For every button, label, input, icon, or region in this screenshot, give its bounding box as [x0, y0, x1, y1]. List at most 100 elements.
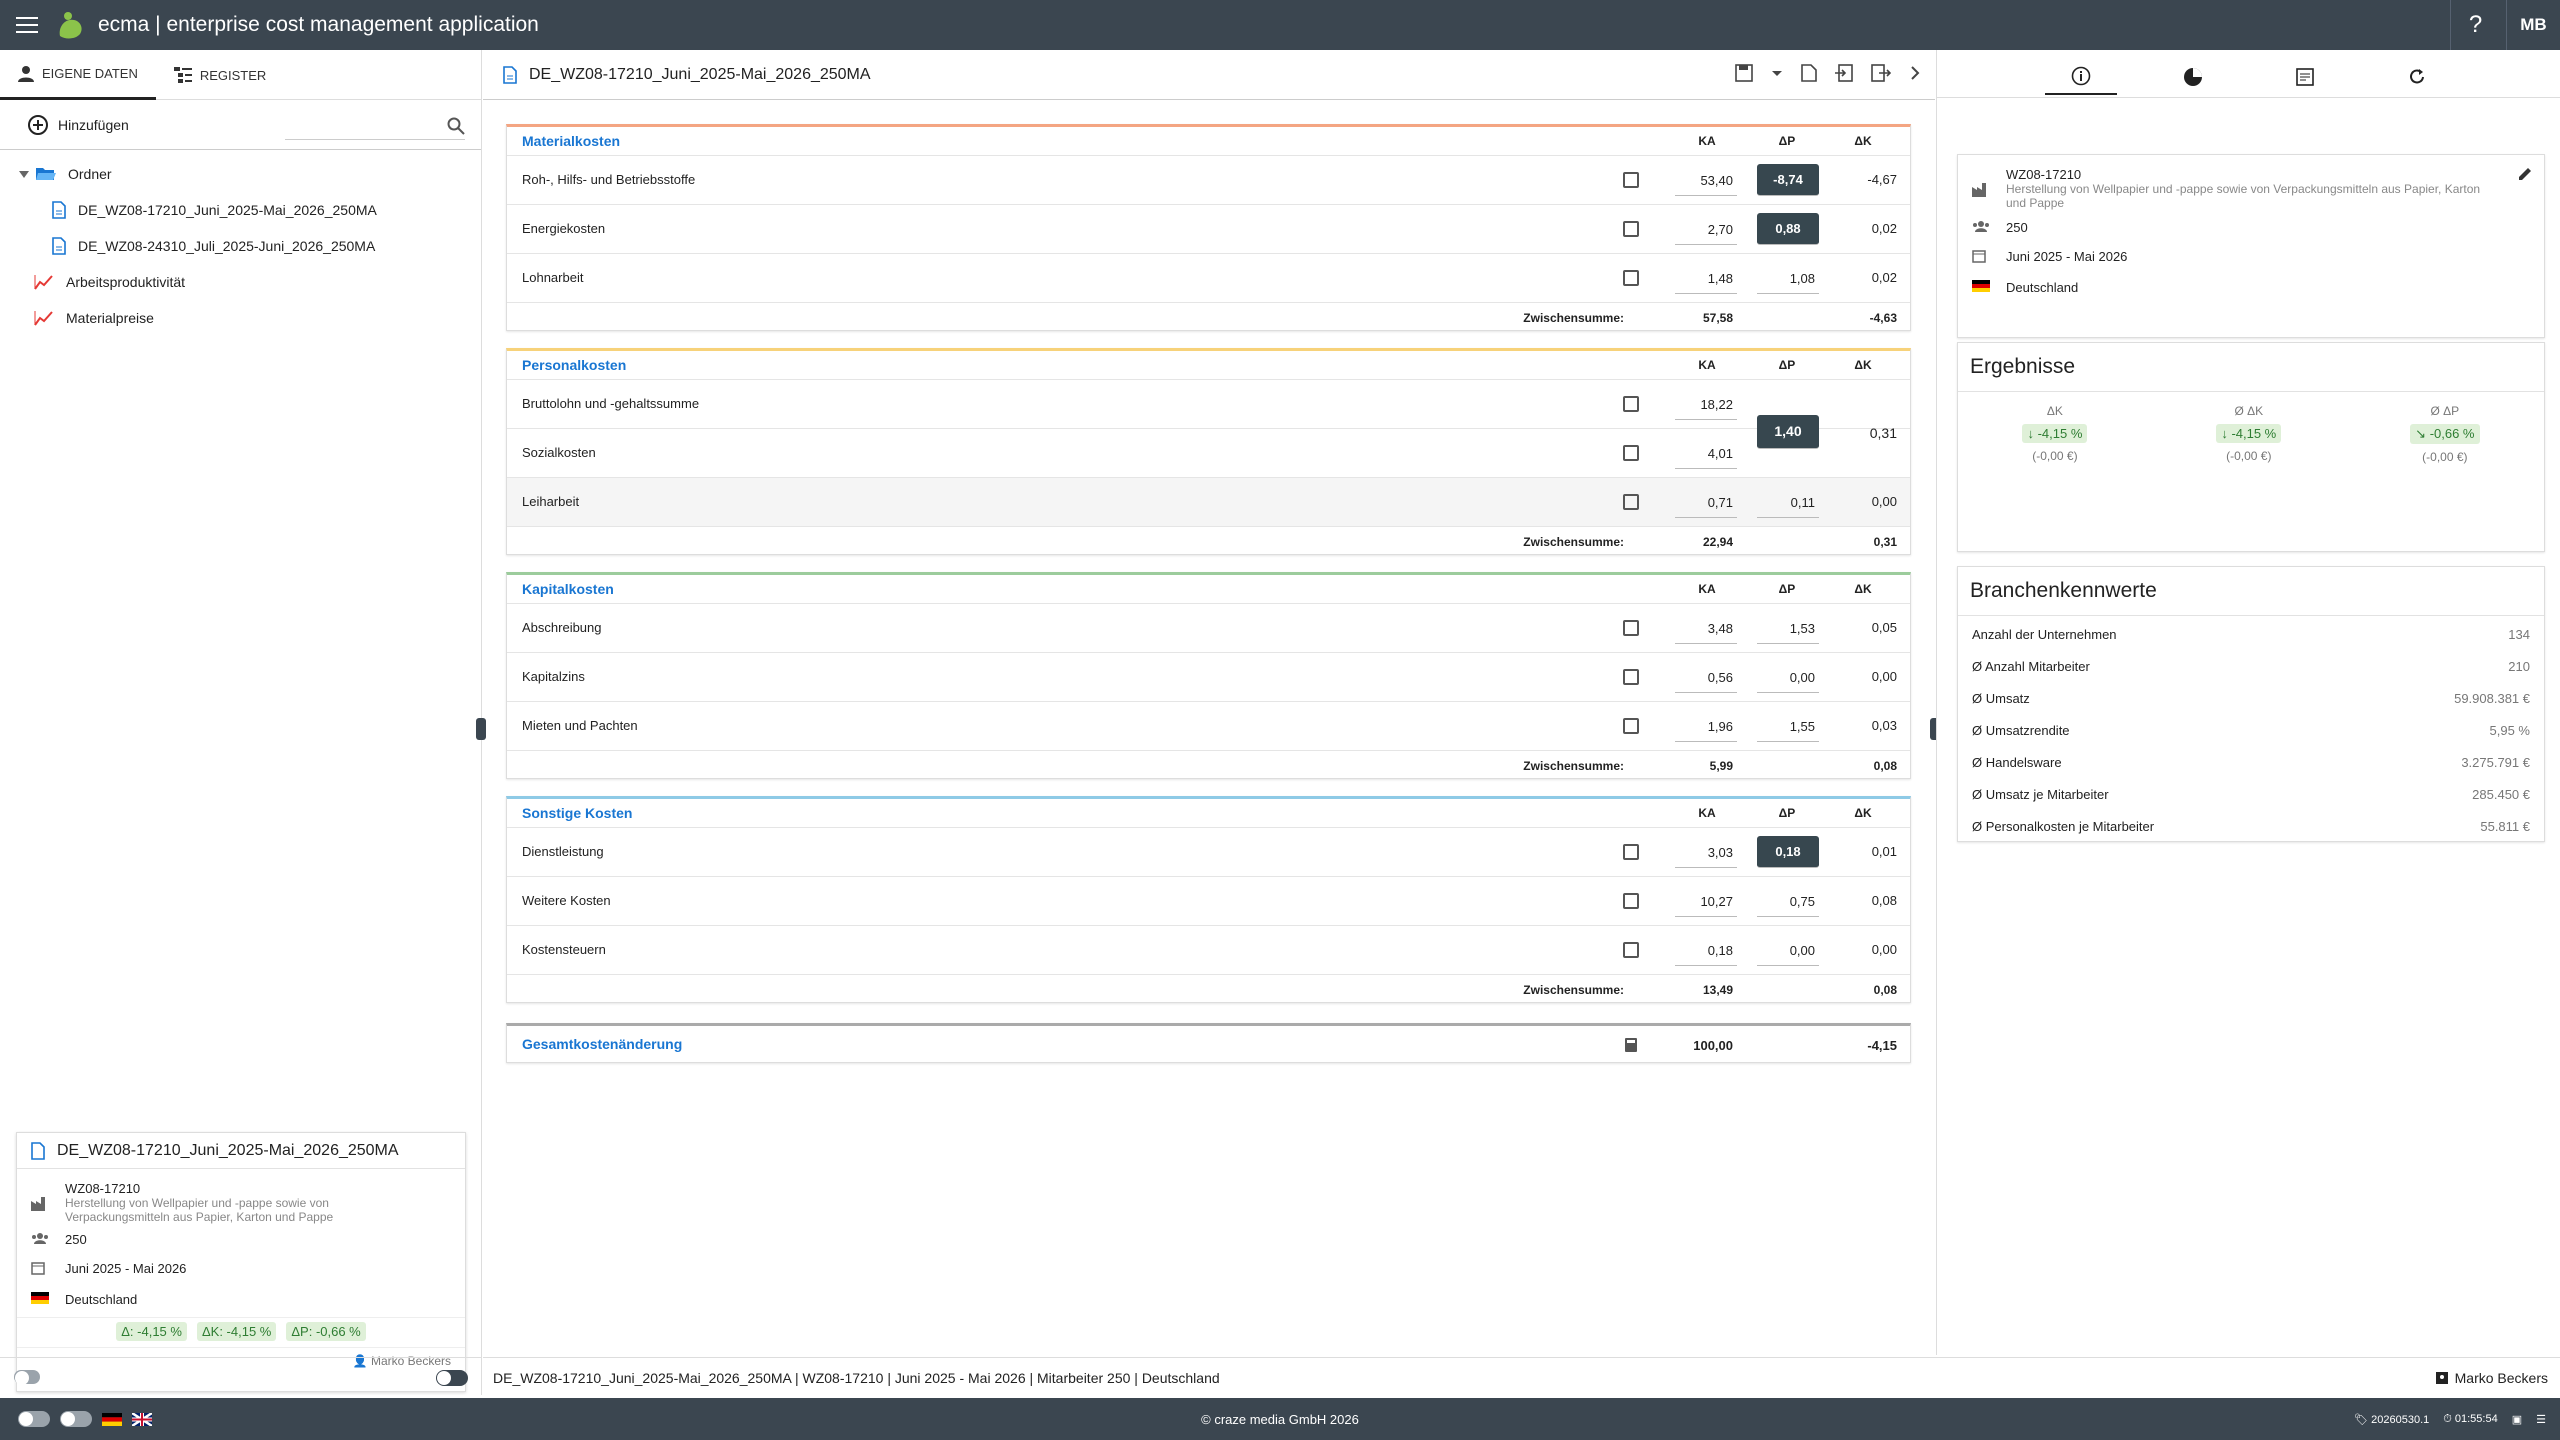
caret-down-icon[interactable] — [18, 169, 30, 179]
tree-item-materialpreise[interactable]: Materialpreise — [0, 300, 481, 336]
info-employees-value: 250 — [2006, 220, 2028, 235]
ka-input[interactable]: 2,70 — [1675, 213, 1737, 245]
row-checkbox[interactable] — [1623, 221, 1639, 237]
file-icon — [52, 201, 66, 219]
import-icon[interactable] — [1835, 64, 1853, 82]
export-icon[interactable] — [1871, 64, 1891, 82]
result-value-pill: ↓ -4,15 % — [2216, 424, 2282, 443]
chevron-right-icon[interactable] — [1909, 64, 1921, 82]
density-toggle[interactable] — [60, 1411, 92, 1427]
factory-icon — [31, 1197, 45, 1211]
result-label: Ø ΔP — [2430, 404, 2460, 418]
dp-merged-input[interactable]: 1,40 — [1757, 415, 1819, 449]
dk-value: 0,02 — [1871, 221, 1897, 236]
col-header-dk: ΔK — [1854, 358, 1872, 372]
ka-input[interactable]: 10,27 — [1675, 885, 1737, 917]
row-checkbox[interactable] — [1623, 172, 1639, 188]
menu-lines-icon[interactable]: ☰ — [2536, 1413, 2546, 1426]
flag-uk-icon[interactable] — [132, 1412, 152, 1426]
row-checkbox[interactable] — [1623, 893, 1639, 909]
cost-section: Sonstige Kosten KA ΔP ΔK Dienstleistung 3,03 0… — [506, 796, 1911, 1003]
ka-input[interactable]: 0,71 — [1675, 486, 1737, 518]
cost-row-label: Weitere Kosten — [522, 893, 611, 908]
flag-de-icon[interactable] — [102, 1412, 122, 1426]
panel-toggle[interactable] — [436, 1370, 468, 1386]
dp-input[interactable]: 0,00 — [1757, 661, 1819, 693]
tree-label: Materialpreise — [66, 310, 154, 326]
tree-file-1[interactable]: DE_WZ08-17210_Juni_2025-Mai_2026_250MA — [0, 192, 481, 228]
cost-row: Mieten und Pachten 1,96 1,55 0,03 — [507, 701, 1910, 750]
row-checkbox[interactable] — [1623, 942, 1639, 958]
ka-input[interactable]: 1,96 — [1675, 710, 1737, 742]
dp-input[interactable]: 0,11 — [1757, 486, 1819, 518]
search-input[interactable] — [285, 112, 465, 140]
cost-section: Kapitalkosten KA ΔP ΔK Abschreibung 3,48 1,53 0… — [506, 572, 1911, 779]
ka-input[interactable]: 0,18 — [1675, 934, 1737, 966]
tree-file-2[interactable]: DE_WZ08-24310_Juli_2025-Juni_2026_250MA — [0, 228, 481, 264]
section-header: Kapitalkosten KA ΔP ΔK — [507, 575, 1910, 603]
ka-input[interactable]: 53,40 — [1675, 164, 1737, 196]
info-period: Juni 2025 - Mai 2026 — [1958, 249, 2544, 266]
tab-refresh[interactable] — [2381, 59, 2453, 95]
dp-input[interactable]: 0,88 — [1757, 213, 1819, 245]
row-checkbox[interactable] — [1623, 844, 1639, 860]
ka-input[interactable]: 3,48 — [1675, 612, 1737, 644]
row-checkbox[interactable] — [1623, 270, 1639, 286]
dp-input[interactable]: 0,75 — [1757, 885, 1819, 917]
monitor-icon[interactable]: ▣ — [2512, 1413, 2522, 1426]
dp-input[interactable]: 1,53 — [1757, 612, 1819, 644]
edit-icon[interactable] — [2518, 167, 2532, 181]
tree-item-arbeitsproduktivitaet[interactable]: Arbeitsproduktivität — [0, 264, 481, 300]
tab-label: REGISTER — [199, 67, 267, 83]
row-checkbox[interactable] — [1623, 669, 1639, 685]
calendar-icon — [1972, 250, 1986, 263]
pdf-export-icon[interactable] — [1801, 64, 1817, 82]
result-delta-k: ΔK ↓ -4,15 % (-0,00 €) — [2022, 404, 2088, 464]
ka-input[interactable]: 0,56 — [1675, 661, 1737, 693]
copyright: © craze media GmbH 2026 — [1201, 1411, 1359, 1427]
info-period-value: Juni 2025 - Mai 2026 — [2006, 249, 2128, 264]
tab-notes[interactable] — [2269, 59, 2341, 95]
left-toggle[interactable] — [14, 1370, 40, 1385]
subtotal-dk: 0,08 — [1873, 983, 1897, 997]
tab-eigene-daten[interactable]: EIGENE DATEN — [0, 50, 156, 100]
row-checkbox[interactable] — [1623, 494, 1639, 510]
ka-input[interactable]: 1,48 — [1675, 262, 1737, 294]
cost-row: Dienstleistung 3,03 0,18 0,01 — [507, 827, 1910, 876]
cost-row-label: Energiekosten — [522, 221, 606, 236]
dp-input[interactable]: 0,18 — [1757, 836, 1819, 868]
dp-input[interactable]: 0,00 — [1757, 934, 1819, 966]
ka-input[interactable]: 3,03 — [1675, 836, 1737, 868]
menu-button[interactable] — [0, 0, 54, 50]
help-button[interactable]: ? — [2450, 0, 2500, 50]
ka-input[interactable]: 18,22 — [1675, 388, 1737, 420]
cost-row: Kapitalzins 0,56 0,00 0,00 — [507, 652, 1910, 701]
dp-input[interactable]: 1,08 — [1757, 262, 1819, 294]
info-employees: 250 — [1958, 220, 2544, 235]
tab-chart[interactable] — [2157, 59, 2229, 95]
theme-toggle[interactable] — [18, 1411, 50, 1427]
row-checkbox[interactable] — [1623, 396, 1639, 412]
cost-row-label: Kapitalzins — [522, 669, 585, 684]
row-checkbox[interactable] — [1623, 718, 1639, 734]
tab-register[interactable]: REGISTER — [156, 50, 284, 100]
pie-chart-icon — [2183, 67, 2202, 86]
version-tag: 🏷 20260530.1 — [2354, 1413, 2430, 1426]
row-checkbox[interactable] — [1623, 445, 1639, 461]
cost-row: Roh-, Hilfs- und Betriebsstoffe 53,40 -8,7… — [507, 155, 1910, 204]
add-circle-icon[interactable] — [28, 114, 48, 135]
section-title: Materialkosten — [522, 133, 621, 149]
subtotal-label: Zwischensumme: — [1523, 311, 1624, 325]
add-label[interactable]: Hinzufügen — [58, 117, 129, 133]
result-label: Ø ΔK — [2234, 404, 2264, 418]
chevron-down-icon[interactable] — [1771, 64, 1783, 82]
user-avatar[interactable]: MB — [2506, 0, 2560, 50]
search-icon[interactable] — [447, 117, 465, 135]
dp-input[interactable]: 1,55 — [1757, 710, 1819, 742]
tree-folder-ordner[interactable]: Ordner — [0, 156, 481, 192]
dp-input[interactable]: -8,74 — [1757, 164, 1819, 196]
ka-input[interactable]: 4,01 — [1675, 437, 1737, 469]
tab-info[interactable] — [2044, 59, 2117, 95]
row-checkbox[interactable] — [1623, 620, 1639, 636]
save-icon[interactable] — [1735, 64, 1753, 82]
